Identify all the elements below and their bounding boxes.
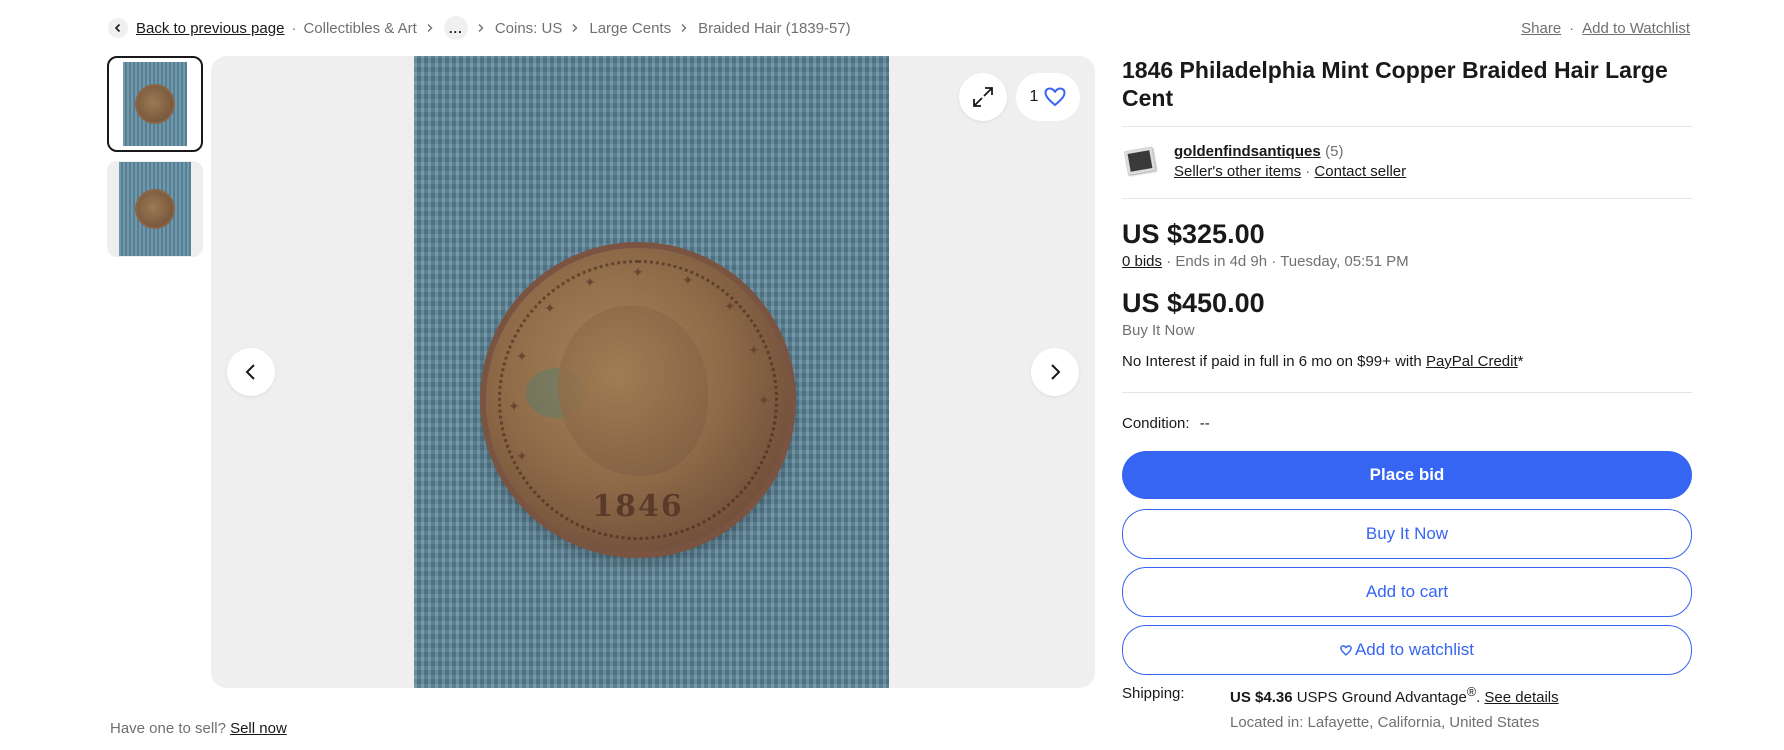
listing-title: 1846 Philadelphia Mint Copper Braided Ha… <box>1122 57 1668 111</box>
bid-info: 0 bids · Ends in 4d 9h · Tuesday, 05:51 … <box>1122 253 1409 270</box>
condition-value: -- <box>1199 415 1210 432</box>
paypal-credit-link[interactable]: PayPal Credit <box>1426 353 1518 370</box>
bids-count-link[interactable]: 0 bids <box>1122 253 1162 270</box>
coin-photo[interactable]: ✦ ✦ ✦ ✦ ✦ ✦ ✦ ✦ ✦ ✦ 1846 <box>414 56 889 688</box>
bid-section: US $325.00 0 bids · Ends in 4d 9h · Tues… <box>1122 219 1692 270</box>
breadcrumb-item-large-cents[interactable]: Large Cents <box>589 20 671 37</box>
image-gallery: ✦ ✦ ✦ ✦ ✦ ✦ ✦ ✦ ✦ ✦ 1846 1 <box>211 56 1095 688</box>
add-to-watchlist-label: Add to watchlist <box>1354 640 1475 659</box>
seller-feedback-count: (5) <box>1325 143 1344 160</box>
buy-it-now-button[interactable]: Buy It Now <box>1122 509 1692 559</box>
add-to-watchlist-link[interactable]: Add to Watchlist <box>1582 20 1690 37</box>
auction-end-time: Tuesday, 05:51 PM <box>1280 253 1409 270</box>
shipping-label: Shipping: <box>1122 685 1185 702</box>
share-link[interactable]: Share <box>1521 20 1561 37</box>
thumbnail-image <box>119 162 191 256</box>
buy-now-label: Buy It Now <box>1122 322 1195 339</box>
back-to-previous-page-link[interactable]: Back to previous page <box>136 20 284 37</box>
shipping-row: Shipping: US $4.36 USPS Ground Advantage… <box>1122 685 1692 731</box>
divider <box>1122 198 1692 199</box>
sell-prompt-text: Have one to sell? <box>110 720 226 737</box>
share-watchlist-row: Share · Add to Watchlist <box>1521 17 1690 39</box>
favorite-button[interactable]: 1 <box>1016 73 1080 121</box>
credit-asterisk: * <box>1517 353 1524 370</box>
credit-text: No Interest if paid in full in 6 mo on $… <box>1122 353 1422 370</box>
seller-avatar[interactable] <box>1122 143 1158 179</box>
chevron-right-icon <box>426 23 434 33</box>
chevron-right-icon <box>477 23 485 33</box>
sell-now-link[interactable]: Sell now <box>230 720 287 737</box>
chevron-right-icon <box>571 23 579 33</box>
previous-image-button[interactable] <box>227 348 275 396</box>
seller-info: goldenfindsantiques (5) Seller's other i… <box>1122 127 1692 198</box>
seller-other-items-link[interactable]: Seller's other items <box>1174 163 1301 180</box>
contact-seller-link[interactable]: Contact seller <box>1314 163 1406 180</box>
chevron-left-icon <box>245 364 255 380</box>
auction-ends: Ends in 4d 9h <box>1175 253 1268 270</box>
coin-year-text: 1846 <box>592 489 684 524</box>
shipping-service: USPS Ground Advantage <box>1296 689 1467 706</box>
see-details-link[interactable]: See details <box>1484 689 1558 706</box>
next-image-button[interactable] <box>1031 348 1079 396</box>
chevron-right-icon <box>1051 364 1061 380</box>
buy-now-section: US $450.00 Buy It Now <box>1122 288 1692 339</box>
current-bid-price: US $325.00 <box>1122 219 1265 249</box>
sell-prompt: Have one to sell? Sell now <box>110 720 287 737</box>
expand-icon <box>973 87 993 107</box>
seller-name-link[interactable]: goldenfindsantiques <box>1174 143 1321 160</box>
breadcrumb-item-braided-hair[interactable]: Braided Hair (1839-57) <box>698 20 851 37</box>
breadcrumb: Back to previous page · Collectibles & A… <box>108 16 851 40</box>
add-to-watchlist-button[interactable]: Add to watchlist <box>1122 625 1692 675</box>
item-location: Located in: Lafayette, California, Unite… <box>1230 714 1540 731</box>
more-breadcrumbs-button[interactable]: ... <box>443 16 468 40</box>
separator-dot: · <box>1569 19 1575 37</box>
expand-image-button[interactable] <box>959 73 1007 121</box>
condition-label: Condition: <box>1122 415 1190 432</box>
listing-panel: 1846 Philadelphia Mint Copper Braided Ha… <box>1122 56 1692 731</box>
shipping-period: . <box>1476 689 1481 706</box>
paypal-credit-info: No Interest if paid in full in 6 mo on $… <box>1122 353 1692 370</box>
heart-icon <box>1340 644 1352 656</box>
separator-dot: · <box>291 19 297 37</box>
registered-mark: ® <box>1466 685 1477 699</box>
buy-now-price: US $450.00 <box>1122 288 1265 318</box>
shipping-value: US $4.36 USPS Ground Advantage®. See det… <box>1230 685 1559 706</box>
coin-image: ✦ ✦ ✦ ✦ ✦ ✦ ✦ ✦ ✦ ✦ 1846 <box>486 248 790 552</box>
shipping-cost: US $4.36 <box>1230 689 1293 706</box>
favorite-count: 1 <box>1029 88 1039 105</box>
breadcrumb-item-collectibles[interactable]: Collectibles & Art <box>303 20 416 37</box>
condition-row: Condition: -- <box>1122 393 1692 451</box>
add-to-cart-button[interactable]: Add to cart <box>1122 567 1692 617</box>
chevron-left-icon[interactable] <box>108 18 128 38</box>
thumbnail-2[interactable] <box>107 161 203 257</box>
separator-dot: · <box>1305 163 1311 180</box>
heart-icon <box>1044 87 1066 107</box>
breadcrumb-item-coins-us[interactable]: Coins: US <box>495 20 563 37</box>
thumbnail-image <box>123 62 187 146</box>
place-bid-button[interactable]: Place bid <box>1122 451 1692 499</box>
thumbnail-1[interactable] <box>107 56 203 152</box>
chevron-right-icon <box>680 23 688 33</box>
